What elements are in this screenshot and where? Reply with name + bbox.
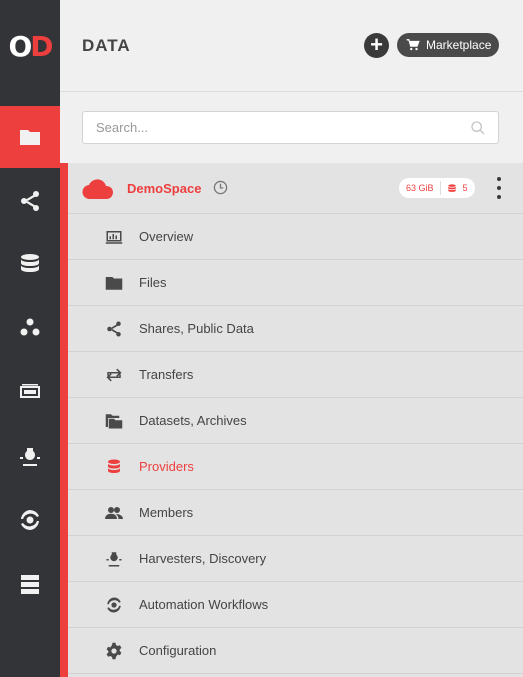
providers-count: 5: [462, 183, 468, 193]
logo-letter-d: D: [30, 29, 53, 63]
database-icon: [108, 459, 120, 473]
gear-icon: [106, 642, 122, 660]
space-name[interactable]: DemoSpace: [127, 181, 201, 196]
sidebar-item-data[interactable]: [0, 106, 60, 168]
sidebar-item-harvesters[interactable]: [0, 425, 60, 487]
database-icon: [21, 254, 39, 272]
menu-item-shares[interactable]: Shares, Public Data: [68, 306, 523, 352]
space-submenu: Overview Files Shares, Public Data Trans…: [68, 214, 523, 674]
menu-item-label: Transfers: [139, 367, 194, 382]
space-header[interactable]: DemoSpace 63 GiB 5: [68, 163, 523, 214]
menu-item-label: Configuration: [139, 643, 217, 658]
sidebar-item-clusters[interactable]: [0, 553, 60, 615]
menu-item-label: Overview: [139, 229, 194, 244]
menu-item-providers[interactable]: Providers: [68, 444, 523, 490]
search-icon: [471, 121, 485, 135]
cloud-icon: [82, 179, 113, 199]
sidebar-item-shares[interactable]: [0, 170, 60, 232]
harvester-icon: [106, 552, 122, 567]
share-icon: [21, 191, 39, 211]
menu-item-overview[interactable]: Overview: [68, 214, 523, 260]
add-space-button[interactable]: +: [364, 33, 389, 58]
space-size: 63 GiB: [406, 183, 434, 193]
harvester-icon: [20, 448, 40, 466]
tokens-icon: [20, 384, 40, 398]
menu-item-members[interactable]: Members: [68, 490, 523, 536]
page-title: DATA: [82, 36, 131, 55]
search-input[interactable]: [83, 112, 443, 143]
space-menu-button[interactable]: [496, 177, 502, 199]
database-icon: [447, 183, 456, 192]
datasets-icon: [105, 414, 123, 429]
menu-item-label: Datasets, Archives: [139, 413, 247, 428]
sidebar-item-automation[interactable]: [0, 489, 60, 551]
marketplace-label: Marketplace: [426, 38, 492, 52]
sidebar-item-groups[interactable]: [0, 297, 60, 359]
space-section: DemoSpace 63 GiB 5 Overview Files Shares…: [60, 163, 523, 677]
sidebar-item-tokens[interactable]: [0, 361, 60, 423]
main-sidebar: OD: [0, 0, 60, 677]
menu-item-label: Providers: [139, 459, 194, 474]
marketplace-button[interactable]: Marketplace: [397, 33, 499, 57]
members-icon: [105, 507, 123, 519]
automation-icon: [21, 510, 39, 530]
space-stats-badge: 63 GiB 5: [399, 178, 475, 198]
menu-item-label: Shares, Public Data: [139, 321, 254, 336]
space-active-indicator: [60, 163, 68, 677]
logo-letter-o: O: [8, 29, 32, 63]
menu-item-harvesters[interactable]: Harvesters, Discovery: [68, 536, 523, 582]
groups-icon: [20, 318, 40, 336]
menu-item-label: Files: [139, 275, 167, 290]
automation-icon: [107, 597, 121, 613]
folder-icon: [20, 130, 40, 145]
menu-item-automation[interactable]: Automation Workflows: [68, 582, 523, 628]
panel-header: DATA + Marketplace: [60, 0, 523, 92]
share-icon: [107, 321, 121, 337]
cart-icon: [406, 39, 420, 51]
menu-item-label: Automation Workflows: [139, 597, 269, 612]
menu-item-label: Members: [139, 505, 194, 520]
onedata-logo[interactable]: OD: [0, 0, 60, 92]
clusters-icon: [21, 575, 39, 594]
overview-icon: [105, 231, 123, 244]
menu-item-transfers[interactable]: Transfers: [68, 352, 523, 398]
folder-icon: [105, 277, 123, 290]
menu-item-datasets[interactable]: Datasets, Archives: [68, 398, 523, 444]
transfers-icon: [106, 368, 122, 382]
clock-icon[interactable]: [213, 180, 228, 195]
search-box: [82, 111, 499, 144]
menu-item-configuration[interactable]: Configuration: [68, 628, 523, 674]
plus-icon: +: [370, 31, 383, 57]
menu-item-files[interactable]: Files: [68, 260, 523, 306]
menu-item-label: Harvesters, Discovery: [139, 551, 267, 566]
data-panel: DATA + Marketplace DemoSpace 63 GiB 5: [60, 0, 523, 677]
sidebar-item-providers[interactable]: [0, 233, 60, 295]
